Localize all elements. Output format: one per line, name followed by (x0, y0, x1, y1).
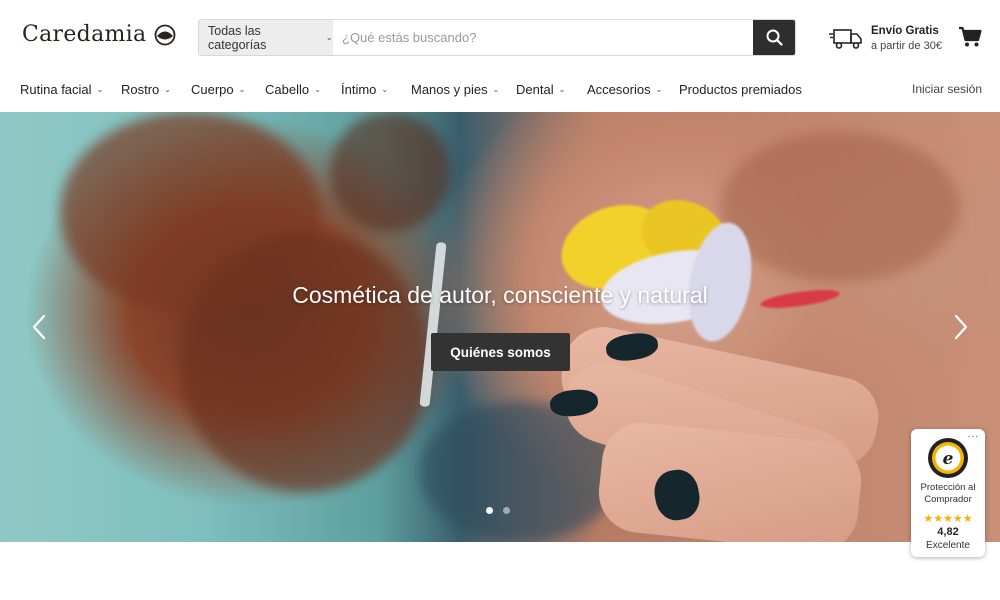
rating-stars: ★★★★★ (923, 513, 973, 525)
slider-dot-1[interactable] (486, 507, 493, 514)
nav-item-cuerpo[interactable]: Cuerpo ⌄ (191, 82, 245, 97)
login-link[interactable]: Iniciar sesión (912, 82, 982, 96)
nav-item-intimo[interactable]: Íntimo ⌄ (341, 82, 388, 97)
chevron-down-icon: ⌄ (238, 85, 246, 94)
nav-item-label: Íntimo (341, 82, 377, 97)
nav-item-rutina-facial[interactable]: Rutina facial ⌄ (20, 82, 103, 97)
chevron-down-icon: ⌄ (381, 85, 389, 94)
category-select[interactable]: Todas las categorías ⌄ (199, 20, 333, 55)
chevron-right-icon[interactable] (950, 312, 970, 342)
nav-item-label: Rostro (121, 82, 160, 97)
slider-dot-2[interactable] (503, 507, 510, 514)
nav-item-accesorios[interactable]: Accesorios ⌄ (587, 82, 662, 97)
nav-item-label: Productos premiados (679, 82, 802, 97)
category-select-label: Todas las categorías (208, 23, 267, 52)
cart-icon[interactable] (958, 26, 982, 48)
nav-item-label: Dental (516, 82, 554, 97)
shipping-subtitle: a partir de 30€ (871, 40, 942, 52)
rating-text: Excelente (926, 540, 970, 551)
main-nav: Rutina facial ⌄ Rostro ⌄ Cuerpo ⌄ Cabello ⌄ … (0, 72, 1000, 112)
trusted-shops-seal-icon: e (928, 438, 968, 478)
logo[interactable]: Caredamia (22, 22, 176, 47)
nav-item-label: Cabello (265, 82, 310, 97)
nav-item-cabello[interactable]: Cabello ⌄ (265, 82, 321, 97)
site-header: Caredamia Todas las categorías ⌄ ¿Qué es… (0, 0, 1000, 72)
more-options-icon[interactable]: ... (968, 429, 979, 440)
about-us-button[interactable]: Quiénes somos (431, 333, 570, 371)
search-icon (766, 29, 783, 46)
nav-item-label: Rutina facial (20, 82, 92, 97)
chevron-down-icon: ⌄ (314, 85, 321, 94)
chevron-left-icon[interactable] (30, 312, 50, 342)
chevron-down-icon: ⌄ (655, 85, 663, 94)
hero-title: Cosmética de autor, consciente y natural (292, 282, 708, 308)
nav-item-rostro[interactable]: Rostro ⌄ (121, 82, 171, 97)
search-bar: Todas las categorías ⌄ (198, 19, 796, 56)
nav-item-manos-y-pies[interactable]: Manos y pies ⌄ (411, 82, 499, 97)
trusted-shops-badge[interactable]: ... e Protección al Comprador ★★★★★ 4,82… (911, 429, 985, 557)
chevron-down-icon: ⌄ (492, 85, 500, 94)
chevron-down-icon: ⌄ (164, 85, 171, 94)
truck-icon (829, 29, 862, 49)
nav-item-productos-premiados[interactable]: Productos premiados (679, 82, 802, 97)
search-input[interactable] (333, 20, 753, 55)
shipping-title: Envío Gratis (871, 25, 939, 37)
logo-mark-icon (155, 24, 176, 45)
chevron-down-icon: ⌄ (558, 85, 566, 94)
trust-label: Protección al Comprador (920, 482, 976, 505)
nav-item-label: Cuerpo (191, 82, 234, 97)
free-shipping-info: Envío Gratis a partir de 30€ (829, 24, 942, 54)
nav-item-dental[interactable]: Dental ⌄ (516, 82, 565, 97)
hero-slider: Cosmética de autor, consciente y natural… (0, 112, 1000, 542)
slider-dots (486, 507, 510, 514)
nav-item-label: Manos y pies (411, 82, 488, 97)
svg-text:e: e (943, 449, 954, 469)
search-button[interactable] (753, 20, 795, 55)
hero-image (0, 112, 1000, 542)
rating-score: 4,82 (937, 526, 959, 538)
brand-name: Caredamia (22, 22, 147, 47)
chevron-down-icon: ⌄ (325, 32, 333, 42)
chevron-down-icon: ⌄ (96, 85, 104, 94)
nav-item-label: Accesorios (587, 82, 651, 97)
